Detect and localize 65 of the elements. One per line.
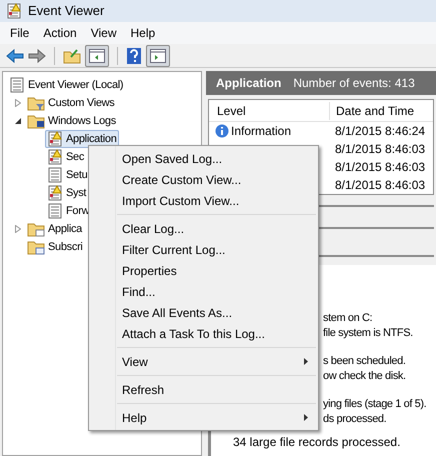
detail-line: s been scheduled. — [323, 354, 406, 369]
computer-folder-icon — [27, 113, 45, 129]
detail-line: file system is NTFS. — [323, 326, 414, 341]
filter-folder-icon — [27, 95, 45, 111]
folder-icon[interactable] — [63, 48, 81, 64]
tree-item[interactable]: Event Viewer (Local) — [7, 76, 126, 94]
log-icon — [9, 77, 25, 93]
menu-item[interactable]: Save All Events As... — [89, 302, 318, 323]
menu-item[interactable]: Create Custom View... — [89, 169, 318, 190]
detail-line: ying files (stage 1 of 5). — [323, 397, 428, 412]
menu-item[interactable]: Action — [37, 24, 83, 42]
menu-item[interactable]: Filter Current Log... — [89, 239, 318, 260]
warning-log-icon — [47, 131, 63, 147]
folder-icon — [27, 221, 45, 237]
pane-icon — [150, 48, 166, 62]
pane-title: Application — [216, 75, 282, 92]
calendar-folder-icon — [27, 239, 45, 255]
menu-item[interactable]: File — [4, 24, 36, 42]
tree-item[interactable]: Subscri — [25, 238, 85, 256]
detail-line: stem on C: — [323, 311, 374, 326]
detail-line: ds processed. — [323, 412, 388, 427]
menu-item[interactable]: View — [84, 24, 122, 42]
tree-item[interactable]: Custom Views — [25, 94, 116, 112]
menu-item[interactable]: Help — [89, 407, 318, 428]
table-cell-text: 8/1/2015 8:46:03 — [334, 177, 426, 194]
info-icon — [215, 124, 229, 138]
collapse-arrow-icon[interactable] — [15, 118, 21, 124]
table-cell-text: 8/1/2015 8:46:03 — [334, 159, 426, 176]
menu-item[interactable]: View — [89, 351, 318, 372]
detail-line: 34 large file records processed. — [233, 435, 402, 450]
toggle-pane-button[interactable] — [85, 44, 109, 66]
detail-line: ow check the disk. — [323, 369, 407, 384]
tree-item[interactable]: Sec — [45, 148, 86, 166]
menu-item[interactable]: Clear Log... — [89, 218, 318, 239]
menu-item[interactable]: Properties — [89, 260, 318, 281]
warning-log-icon — [47, 185, 63, 201]
help-icon[interactable] — [126, 46, 142, 64]
warning-log-icon — [6, 3, 22, 19]
column-header[interactable]: Date and Time — [329, 102, 433, 120]
expand-arrow-icon[interactable] — [15, 99, 21, 107]
menu-item[interactable]: Attach a Task To this Log... — [89, 323, 318, 344]
window-title: Event Viewer — [28, 2, 104, 20]
forward-arrow-icon[interactable] — [28, 48, 46, 64]
menu-item[interactable]: Open Saved Log... — [89, 148, 318, 169]
tree-item[interactable]: Application — [45, 130, 119, 148]
tree-item[interactable]: Syst — [45, 184, 88, 202]
tree-item[interactable]: Setu — [45, 166, 90, 184]
warning-log-icon — [47, 149, 63, 165]
column-header[interactable]: Level — [209, 102, 329, 120]
back-arrow-icon[interactable] — [6, 48, 24, 64]
table-cell-text: Information — [231, 123, 292, 140]
tree-item[interactable]: Windows Logs — [25, 112, 118, 130]
toggle-pane-button[interactable] — [146, 44, 170, 66]
menu-item[interactable]: Refresh — [89, 379, 318, 400]
menu-item[interactable]: Find... — [89, 281, 318, 302]
log-icon — [47, 167, 63, 183]
event-count: Number of events: 413 — [293, 75, 415, 92]
log-icon — [47, 203, 63, 219]
pane-icon — [89, 48, 105, 62]
tree-item[interactable]: Applica — [25, 220, 84, 238]
table-cell-text: 8/1/2015 8:46:03 — [334, 141, 426, 158]
menu-item[interactable]: Import Custom View... — [89, 190, 318, 211]
expand-arrow-icon[interactable] — [15, 225, 21, 233]
menu-item[interactable]: Help — [124, 24, 162, 42]
table-cell-text: 8/1/2015 8:46:24 — [334, 123, 426, 140]
